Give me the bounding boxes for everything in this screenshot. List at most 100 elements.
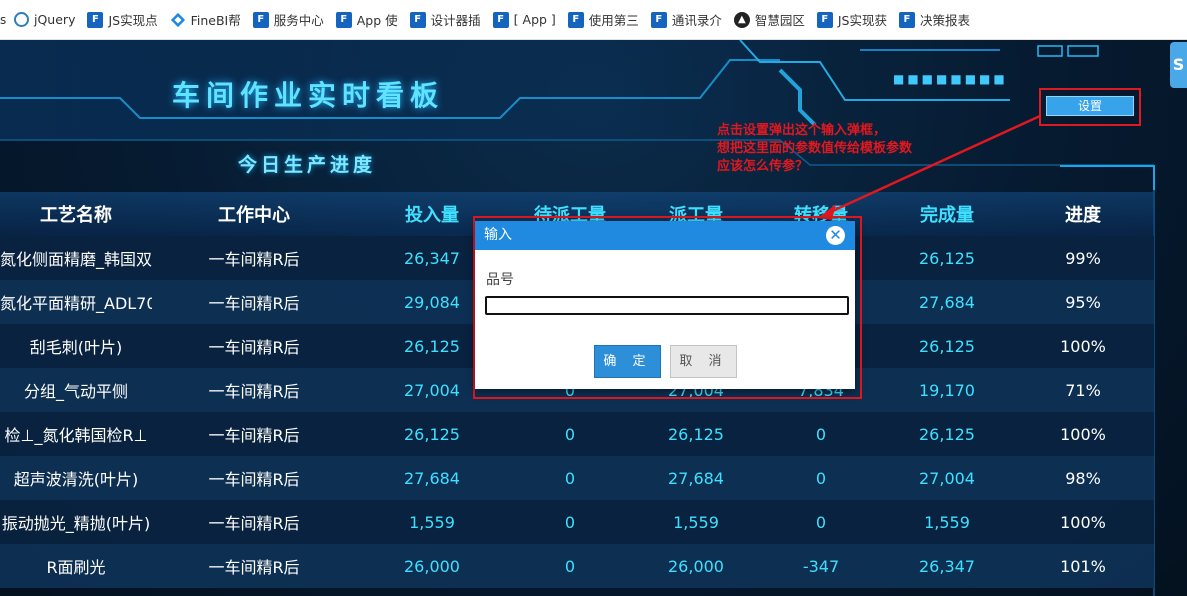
bookmark-item[interactable]: F 决策报表	[898, 8, 970, 32]
cell-transfer-qty: 0	[815, 468, 827, 488]
finereport-icon: F	[816, 11, 833, 28]
cell-input-qty: 27,684	[404, 468, 460, 488]
cell-completed-qty: 26,125	[919, 336, 975, 356]
cell-process-name: 振动抛光_精抛(叶片)	[1, 514, 151, 533]
cell-work-center: 一车间精R后	[208, 382, 300, 401]
cell-process-name: 超声波清洗(叶片)	[13, 470, 139, 489]
cell-work-center: 一车间精R后	[208, 558, 300, 577]
cell-work-center: 一车间精R后	[208, 426, 300, 445]
bookmark-item[interactable]: F 通讯录介	[650, 8, 722, 32]
cell-process-name: R面刷光	[46, 558, 106, 577]
dialog-title: 输入	[484, 227, 512, 243]
cell-transfer-qty: 0	[815, 424, 827, 444]
bookmark-item[interactable]: F JS实现点	[87, 8, 158, 32]
cell-dispatched-qty: 26,125	[668, 424, 724, 444]
cell-completed-qty: 26,125	[919, 424, 975, 444]
bookmark-item[interactable]: F 使用第三	[567, 8, 639, 32]
cell-work-center: 一车间精R后	[208, 250, 300, 269]
annotation-line: 应该怎么传参？	[717, 159, 809, 174]
cell-work-center: 一车间精R后	[208, 294, 300, 313]
bookmark-label: 通讯录介	[671, 13, 722, 28]
finereport-icon: F	[567, 11, 584, 28]
bookmark-label: 服务中心	[273, 13, 324, 28]
table-row: 检⊥_氮化韩国检R⊥ 一车间精R后 26,125 0 26,125 0 26,125 100%	[0, 412, 1154, 456]
cell-completed-qty: 27,004	[919, 468, 975, 488]
finebi-icon	[169, 11, 186, 28]
cell-dispatched-qty: 27,684	[668, 468, 724, 488]
table-row: 超声波清洗(叶片) 一车间精R后 27,684 0 27,684 0 27,004 98%	[0, 456, 1154, 500]
bookmark-label: FineBI帮	[190, 13, 241, 28]
cell-progress: 99%	[1065, 248, 1101, 268]
cell-pending-qty: 0	[564, 468, 576, 488]
cell-completed-qty: 19,170	[919, 380, 975, 400]
cell-process-name: 分组_气动平侧	[23, 382, 128, 401]
header-completed-qty: 完成量	[920, 205, 974, 226]
cell-input-qty: 1,559	[409, 512, 455, 532]
cell-dispatched-qty: 1,559	[673, 512, 719, 532]
cell-completed-qty: 26,125	[919, 248, 975, 268]
bookmark-label: App 使	[356, 13, 398, 28]
cell-progress: 98%	[1065, 468, 1101, 488]
part-number-input[interactable]	[485, 296, 849, 315]
cell-input-qty: 26,000	[404, 556, 460, 576]
cell-work-center: 一车间精R后	[208, 470, 300, 489]
page-title: 车间作业实时看板	[172, 79, 445, 112]
cell-work-center: 一车间精R后	[208, 514, 300, 533]
park-icon: ▲	[733, 11, 750, 28]
finereport-icon: F	[335, 11, 352, 28]
cell-transfer-qty: 0	[815, 512, 827, 532]
bookmark-label: JS实现获	[837, 13, 887, 28]
cell-progress: 100%	[1060, 336, 1106, 356]
bookmarks-bar: s jQuery F JS实现点 FineBI帮 F 服务中心 F App 使 F 设计器插 F [ …	[0, 0, 1187, 40]
annotation-text: 点击设置弹出这个输入弹框， 想把这里面的参数值传给模板参数 应该怎么传参？	[717, 122, 957, 176]
input-dialog: 输入 ✕ 品号 确 定 取 消	[475, 221, 855, 389]
bookmark-item[interactable]: F JS实现获	[816, 8, 887, 32]
side-tab[interactable]: S	[1170, 42, 1187, 88]
table-row: 振动抛光_精抛(叶片) 一车间精R后 1,559 0 1,559 0 1,559 100%	[0, 500, 1154, 544]
jquery-icon	[14, 12, 29, 27]
annotation-line: 想把这里面的参数值传给模板参数	[717, 141, 913, 156]
cell-work-center: 一车间精R后	[208, 338, 300, 357]
cell-process-name: 刮毛刺(叶片)	[29, 338, 123, 357]
header-process-name: 工艺名称	[40, 205, 112, 226]
bookmark-item[interactable]: F App 使	[335, 8, 398, 32]
bookmark-label: 使用第三	[588, 13, 639, 28]
bookmark-item[interactable]: jQuery	[14, 8, 75, 32]
settings-button[interactable]: 设置	[1046, 96, 1134, 116]
cell-dispatched-qty: 26,000	[668, 556, 724, 576]
cell-process-name: 氮化侧面精磨_韩国双端	[0, 250, 152, 269]
confirm-button[interactable]: 确 定	[594, 345, 661, 378]
cell-pending-qty: 0	[564, 512, 576, 532]
cell-completed-qty: 27,684	[919, 292, 975, 312]
bookmark-label: 智慧园区	[754, 13, 805, 28]
cell-pending-qty: 0	[564, 556, 576, 576]
cell-progress: 100%	[1060, 424, 1106, 444]
bookmark-item[interactable]: F 设计器插	[409, 8, 481, 32]
cell-completed-qty: 1,559	[924, 512, 970, 532]
cell-progress: 95%	[1065, 292, 1101, 312]
cell-pending-qty: 0	[564, 424, 576, 444]
cancel-button[interactable]: 取 消	[670, 345, 737, 378]
bookmark-item[interactable]: ▲ 智慧园区	[733, 8, 805, 32]
bookmark-item[interactable]: FineBI帮	[169, 8, 241, 32]
finereport-icon: F	[492, 11, 509, 28]
cell-progress: 101%	[1060, 556, 1106, 576]
table-row: R面刷光 一车间精R后 26,000 0 26,000 -347 26,347 101%	[0, 544, 1154, 588]
finereport-icon: F	[87, 11, 104, 28]
bookmark-item[interactable]: F [ App ]	[492, 8, 556, 32]
decorative-dots: ■■■■■■■■	[893, 72, 1008, 86]
cell-transfer-qty: -347	[802, 556, 840, 576]
close-icon[interactable]: ✕	[826, 226, 845, 245]
bookmark-list: jQuery F JS实现点 FineBI帮 F 服务中心 F App 使 F 设计器插 F [ Ap…	[14, 8, 982, 32]
annotation-line: 点击设置弹出这个输入弹框，	[717, 123, 887, 138]
cell-input-qty: 26,125	[404, 424, 460, 444]
header-progress: 进度	[1065, 205, 1101, 226]
bookmark-label: 决策报表	[919, 13, 970, 28]
bookmark-item[interactable]: F 服务中心	[252, 8, 324, 32]
bookmarks-overflow[interactable]: s	[0, 13, 14, 27]
finereport-icon: F	[650, 11, 667, 28]
dialog-header: 输入 ✕	[475, 221, 855, 250]
part-number-label: 品号	[486, 272, 514, 288]
cell-progress: 100%	[1060, 512, 1106, 532]
header-work-center: 工作中心	[218, 205, 290, 226]
